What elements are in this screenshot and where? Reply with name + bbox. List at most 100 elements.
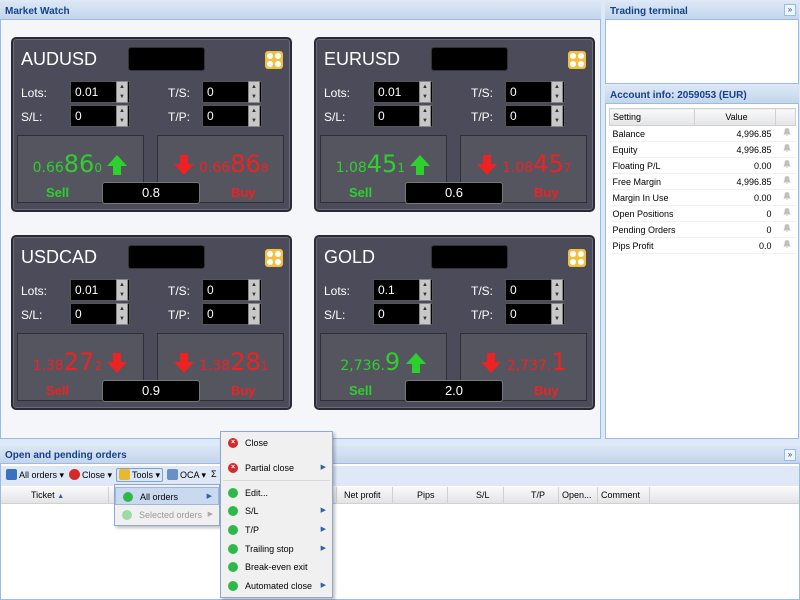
spin-down-icon[interactable]: ▼ [420, 290, 430, 300]
spin-down-icon[interactable]: ▼ [420, 92, 430, 102]
menu-item-trailing-stop[interactable]: Trailing stop ▶ [221, 540, 332, 558]
menu-item-edit[interactable]: Edit... [221, 484, 332, 502]
sell-label[interactable]: Sell [349, 383, 372, 398]
options-icon[interactable] [568, 249, 586, 267]
spin-up-icon[interactable]: ▲ [249, 280, 259, 290]
col-pips[interactable]: Pips [417, 490, 435, 500]
spin-up-icon[interactable]: ▲ [249, 304, 259, 314]
spin-down-icon[interactable]: ▼ [249, 116, 259, 126]
spin-down-icon[interactable]: ▼ [249, 92, 259, 102]
sl-spinner[interactable]: ▲ ▼ [419, 105, 431, 127]
spin-up-icon[interactable]: ▲ [117, 106, 127, 116]
buy-label[interactable]: Buy [534, 185, 559, 200]
bell-icon[interactable] [775, 157, 796, 174]
spin-down-icon[interactable]: ▼ [552, 92, 562, 102]
collapse-icon[interactable]: » [784, 4, 796, 16]
menu-item-tp[interactable]: T/P ▶ [221, 521, 332, 539]
sell-label[interactable]: Sell [46, 185, 69, 200]
spin-up-icon[interactable]: ▲ [552, 106, 562, 116]
bell-icon[interactable] [775, 237, 796, 254]
oca-button[interactable]: OCA ▾ [167, 469, 206, 481]
col-ticket[interactable]: Ticket ▲ [31, 490, 64, 500]
spin-down-icon[interactable]: ▼ [420, 314, 430, 324]
col-tp[interactable]: T/P [531, 490, 545, 500]
ts-spinner[interactable]: ▲ ▼ [248, 81, 260, 103]
lots-spinner[interactable]: ▲ ▼ [419, 279, 431, 301]
col-net-profit[interactable]: Net profit [344, 490, 381, 500]
lots-spinner[interactable]: ▲ ▼ [116, 279, 128, 301]
tp-spinner[interactable]: ▲ ▼ [248, 303, 260, 325]
spin-up-icon[interactable]: ▲ [117, 280, 127, 290]
account-row[interactable]: Balance 4,996.85 [609, 125, 796, 142]
spin-up-icon[interactable]: ▲ [117, 304, 127, 314]
spin-up-icon[interactable]: ▲ [249, 82, 259, 92]
spin-up-icon[interactable]: ▲ [420, 280, 430, 290]
spin-down-icon[interactable]: ▼ [552, 290, 562, 300]
sl-spinner[interactable]: ▲ ▼ [116, 105, 128, 127]
col-sl[interactable]: S/L [476, 490, 490, 500]
buy-label[interactable]: Buy [231, 383, 256, 398]
tp-spinner[interactable]: ▲ ▼ [248, 105, 260, 127]
tp-spinner[interactable]: ▲ ▼ [551, 105, 563, 127]
spin-up-icon[interactable]: ▲ [552, 280, 562, 290]
spin-down-icon[interactable]: ▼ [249, 314, 259, 324]
account-row[interactable]: Pips Profit 0.0 [609, 237, 796, 254]
account-row[interactable]: Floating P/L 0.00 [609, 157, 796, 174]
menu-item-break-even-exit[interactable]: Break-even exit [221, 558, 332, 576]
close-button[interactable]: Close ▾ [69, 469, 112, 481]
col-value[interactable]: Value [694, 108, 776, 126]
buy-label[interactable]: Buy [231, 185, 256, 200]
menu-item-partial-close[interactable]: × Partial close ▶ [221, 459, 332, 477]
bell-icon[interactable] [775, 221, 796, 238]
lots-spinner[interactable]: ▲ ▼ [116, 81, 128, 103]
tp-spinner[interactable]: ▲ ▼ [551, 303, 563, 325]
bell-icon[interactable] [775, 125, 796, 142]
options-icon[interactable] [265, 249, 283, 267]
account-row[interactable]: Margin In Use 0.00 [609, 189, 796, 206]
menu-item-close[interactable]: × Close [221, 434, 332, 452]
ts-spinner[interactable]: ▲ ▼ [248, 279, 260, 301]
spin-down-icon[interactable]: ▼ [552, 116, 562, 126]
options-icon[interactable] [568, 51, 586, 69]
spin-down-icon[interactable]: ▼ [117, 116, 127, 126]
sl-spinner[interactable]: ▲ ▼ [116, 303, 128, 325]
spin-down-icon[interactable]: ▼ [552, 314, 562, 324]
spin-down-icon[interactable]: ▼ [249, 290, 259, 300]
col-open[interactable]: Open... [562, 490, 592, 500]
spin-up-icon[interactable]: ▲ [552, 82, 562, 92]
sell-label[interactable]: Sell [46, 383, 69, 398]
col-setting[interactable]: Setting [609, 108, 695, 126]
menu-item-all-orders[interactable]: All orders ▶ [115, 487, 219, 505]
ts-spinner[interactable]: ▲ ▼ [551, 81, 563, 103]
account-row[interactable]: Pending Orders 0 [609, 221, 796, 238]
options-icon[interactable] [265, 51, 283, 69]
sigma-button[interactable]: Σ [211, 469, 217, 479]
col-comment[interactable]: Comment [601, 490, 640, 500]
spin-down-icon[interactable]: ▼ [117, 314, 127, 324]
spin-up-icon[interactable]: ▲ [420, 304, 430, 314]
bell-icon[interactable] [775, 205, 796, 222]
account-row[interactable]: Equity 4,996.85 [609, 141, 796, 158]
all-orders-button[interactable]: All orders ▾ [6, 469, 64, 481]
bell-icon[interactable] [775, 173, 796, 190]
buy-label[interactable]: Buy [534, 383, 559, 398]
tools-button[interactable]: Tools ▾ [116, 468, 164, 482]
account-row[interactable]: Open Positions 0 [609, 205, 796, 222]
account-row[interactable]: Free Margin 4,996.85 [609, 173, 796, 190]
sl-spinner[interactable]: ▲ ▼ [419, 303, 431, 325]
menu-item-sl[interactable]: S/L ▶ [221, 502, 332, 520]
spin-up-icon[interactable]: ▲ [552, 304, 562, 314]
spin-down-icon[interactable]: ▼ [420, 116, 430, 126]
lots-spinner[interactable]: ▲ ▼ [419, 81, 431, 103]
menu-item-automated-close[interactable]: Automated close ▶ [221, 577, 332, 595]
sell-label[interactable]: Sell [349, 185, 372, 200]
spin-up-icon[interactable]: ▲ [420, 106, 430, 116]
collapse-icon[interactable]: » [784, 449, 796, 461]
spin-up-icon[interactable]: ▲ [249, 106, 259, 116]
spin-up-icon[interactable]: ▲ [420, 82, 430, 92]
bell-icon[interactable] [775, 141, 796, 158]
spin-down-icon[interactable]: ▼ [117, 92, 127, 102]
spin-up-icon[interactable]: ▲ [117, 82, 127, 92]
bell-icon[interactable] [775, 189, 796, 206]
spin-down-icon[interactable]: ▼ [117, 290, 127, 300]
